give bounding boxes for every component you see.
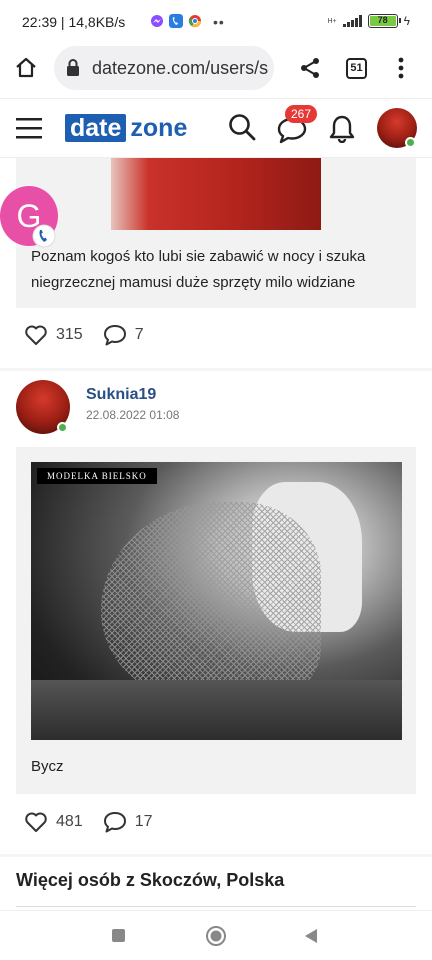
chrome-icon	[188, 15, 201, 27]
share-icon[interactable]	[298, 56, 322, 80]
comment-icon[interactable]	[103, 324, 127, 346]
photo-subject-legs	[101, 502, 321, 702]
status-system-icons: H+ 78 ϟ	[327, 14, 410, 28]
divider	[0, 368, 432, 371]
recents-button[interactable]	[112, 929, 125, 942]
status-time: 22:39 | 14,8KB/s	[22, 14, 126, 30]
post-photo[interactable]: MODELKA BIELSKO	[31, 462, 402, 740]
photo-floor	[31, 680, 402, 740]
search-icon[interactable]	[228, 113, 256, 141]
post-date: 22.08.2022 01:08	[86, 408, 180, 422]
like-count: 315	[56, 326, 83, 343]
post-image[interactable]	[111, 158, 321, 230]
logo-date: date	[65, 114, 127, 142]
charging-icon: ϟ	[403, 14, 410, 28]
notifications-bell-icon[interactable]	[329, 115, 355, 143]
more-notifications-icon: ••	[213, 14, 225, 30]
comment-count: 17	[134, 813, 153, 830]
status-notification-icons: ••	[150, 14, 225, 30]
messenger-icon	[151, 15, 163, 27]
hamburger-menu-icon[interactable]	[16, 117, 42, 139]
comment-icon[interactable]	[103, 811, 127, 833]
post-text: Poznam kogoś kto lubi sie zabawić w nocy…	[31, 248, 366, 291]
network-type: H+	[327, 17, 337, 25]
post-actions: 315 7	[24, 324, 144, 346]
address-bar[interactable]: datezone.com/users/s	[54, 46, 274, 90]
battery-level: 78	[369, 16, 396, 26]
battery-icon: 78	[367, 14, 401, 28]
phone-app-icon	[169, 14, 183, 28]
browser-toolbar: datezone.com/users/s 51	[0, 46, 432, 96]
status-bar: 22:39 | 14,8KB/s •• H+ 78 ϟ	[0, 0, 432, 46]
back-button[interactable]	[304, 928, 318, 944]
feed: G Poznam kogoś kto lubi sie zabawić w no…	[0, 158, 432, 910]
comment-count: 7	[134, 326, 144, 343]
signal-icon	[342, 15, 362, 27]
photo-watermark: MODELKA BIELSKO	[37, 468, 157, 484]
tab-switcher-button[interactable]: 51	[346, 58, 367, 79]
messages-badge: 267	[285, 105, 318, 123]
menu-more-icon[interactable]	[397, 56, 405, 80]
home-button[interactable]	[205, 925, 227, 947]
logo-zone: zone	[130, 114, 188, 142]
lock-icon	[67, 59, 79, 76]
section-divider	[16, 906, 416, 907]
site-header: date zone 267	[0, 98, 432, 158]
like-count: 481	[56, 813, 83, 830]
post-actions: 481 17	[24, 811, 153, 833]
author-username[interactable]: Suknia19	[86, 386, 156, 404]
post-text: Bycz	[31, 758, 64, 775]
site-logo[interactable]: date zone	[65, 114, 187, 142]
more-people-heading: Więcej osób z Skoczów, Polska	[16, 870, 285, 890]
divider	[0, 854, 432, 857]
url-text: datezone.com/users/s	[92, 58, 269, 78]
home-icon[interactable]	[14, 56, 38, 80]
like-heart-icon[interactable]	[24, 811, 48, 833]
like-heart-icon[interactable]	[24, 324, 48, 346]
online-status-dot	[405, 137, 416, 148]
system-navigation-bar	[0, 910, 432, 960]
online-status-dot	[57, 422, 68, 433]
